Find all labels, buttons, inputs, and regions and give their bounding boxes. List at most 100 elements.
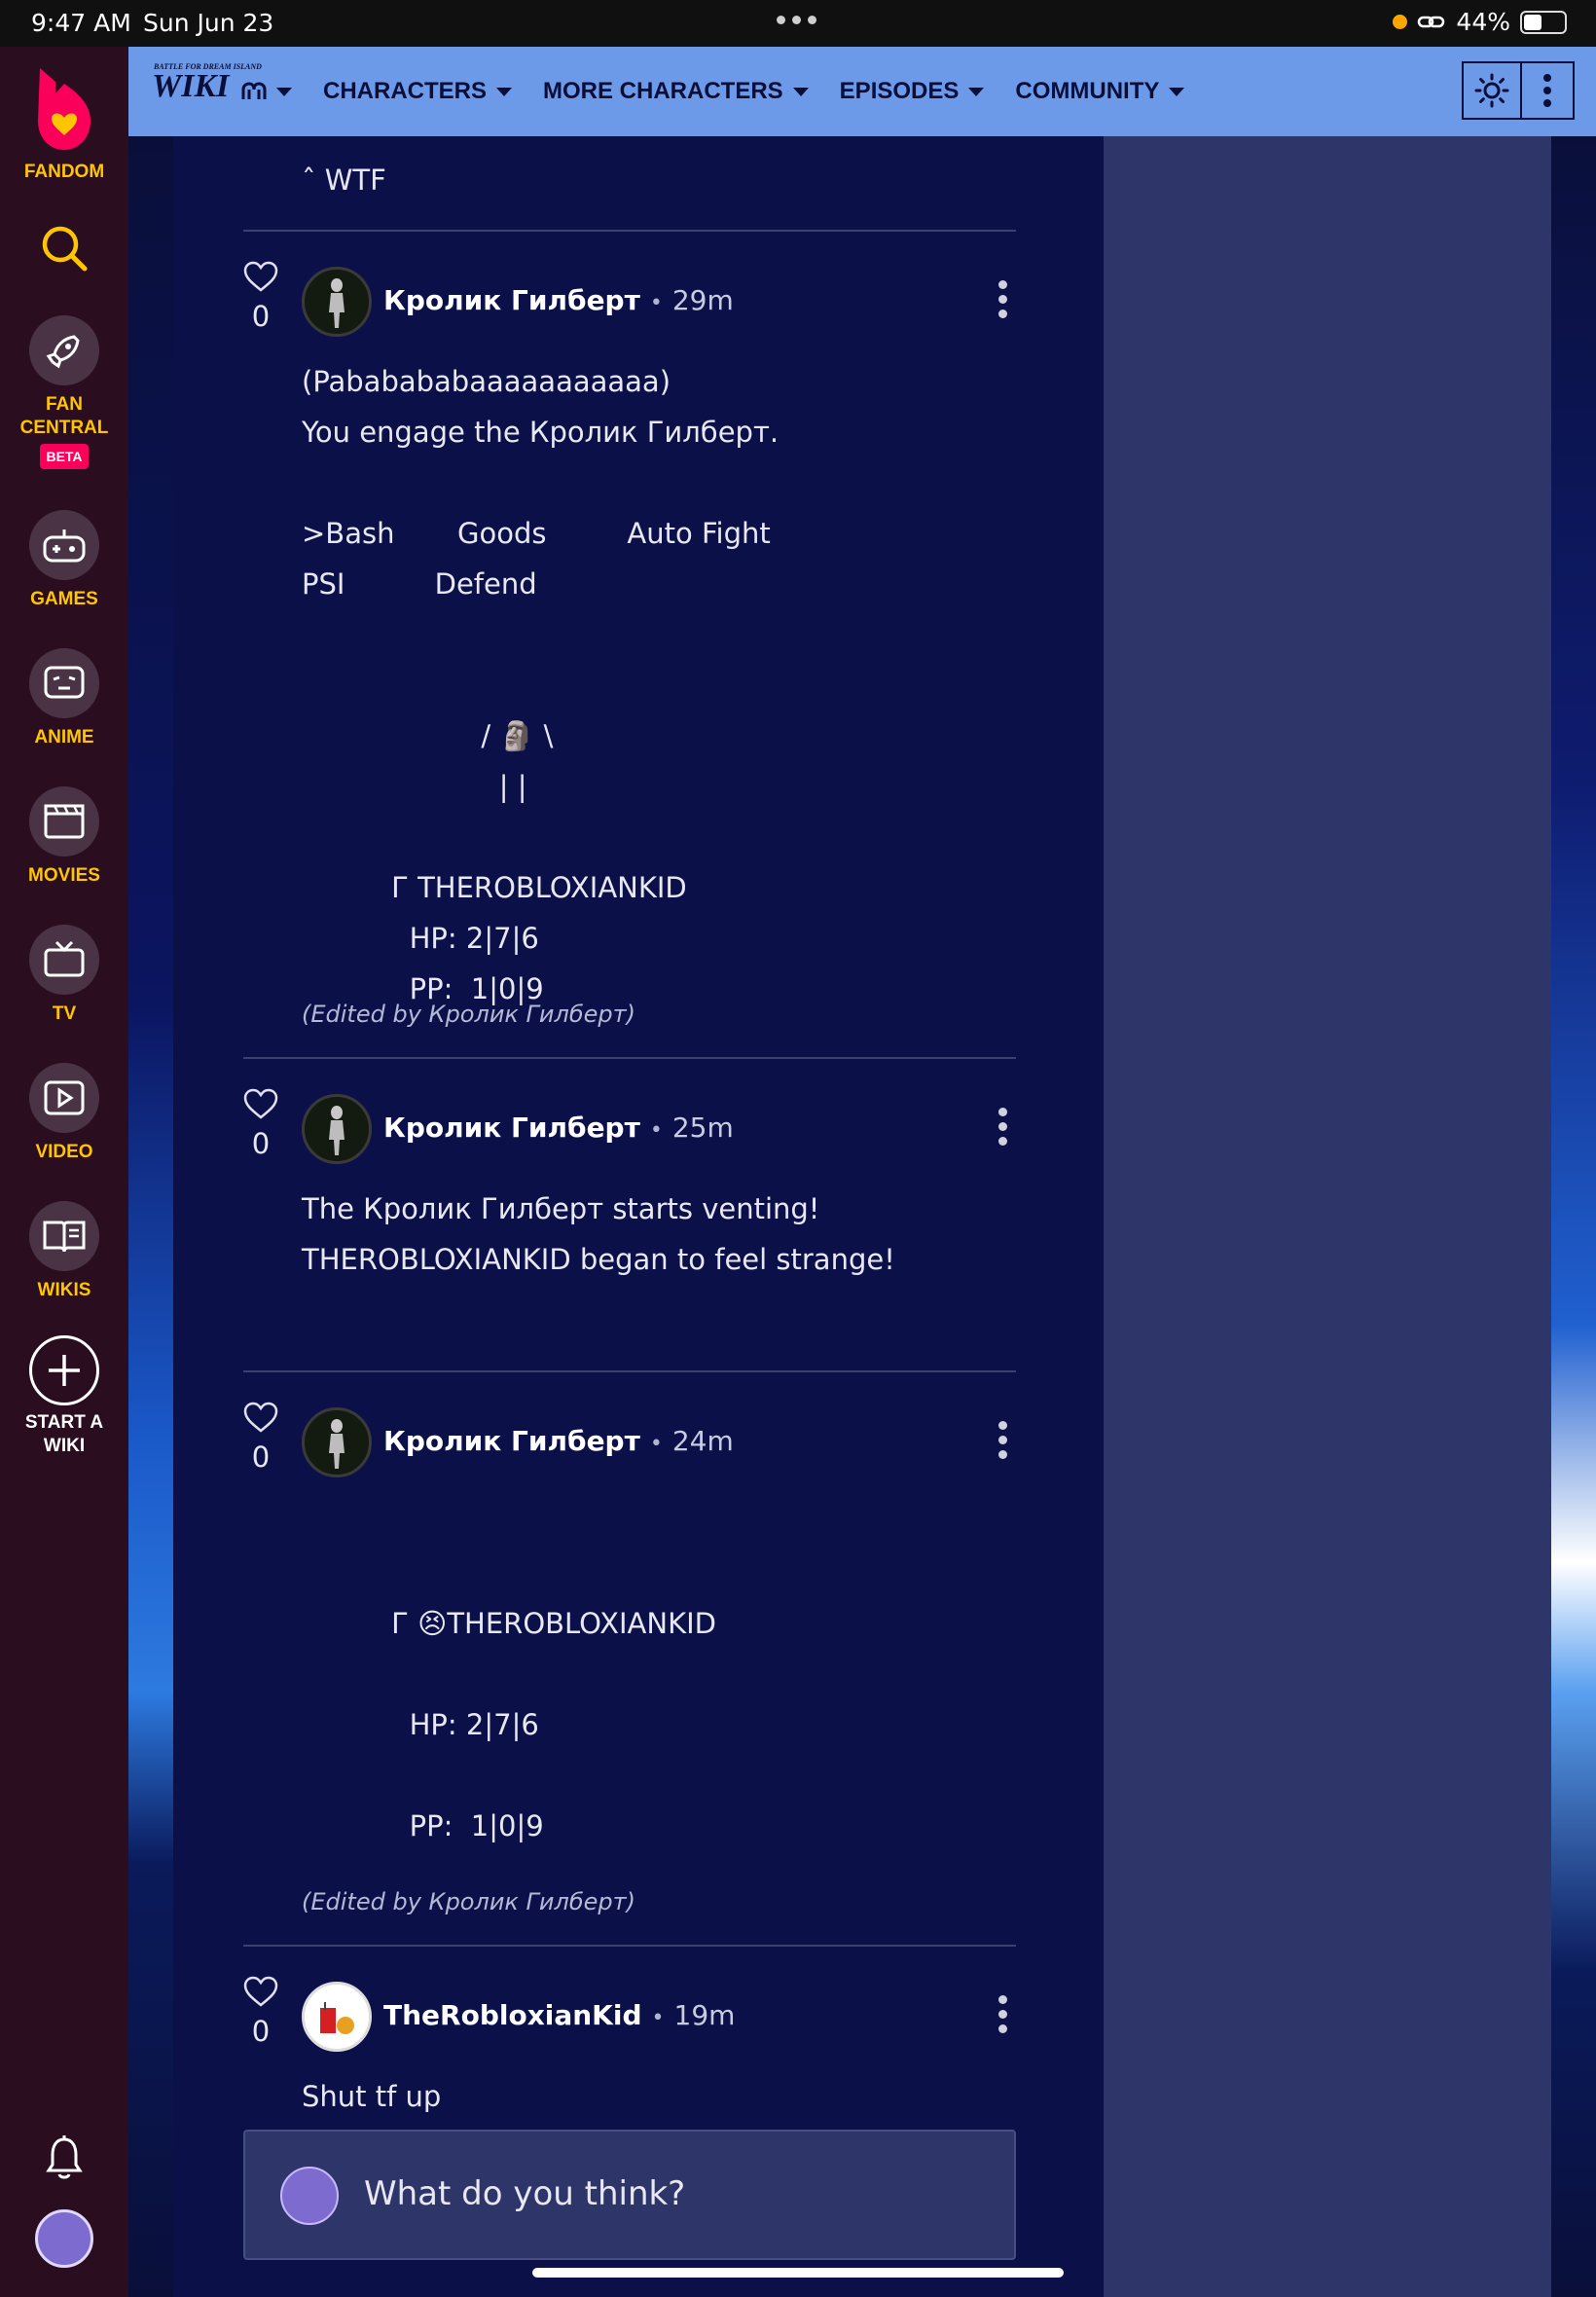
post-options-button[interactable]	[998, 1421, 1008, 1465]
chevron-down-icon	[276, 87, 292, 96]
reply-post: 0 Кролик Гилберт • 25m The Кролик Гилберт …	[243, 1088, 1016, 1361]
home-indicator[interactable]	[532, 2268, 1064, 2278]
fandom-flame-icon	[38, 68, 91, 150]
post-timestamp: 25m	[671, 1112, 734, 1144]
sidebar-item-games[interactable]: GAMES	[0, 510, 128, 611]
right-rail	[1104, 136, 1551, 2297]
post-options-button[interactable]	[998, 280, 1008, 324]
chevron-down-icon	[968, 87, 985, 96]
wiki-top-navigation: BATTLE FOR DREAM ISLAND WIKI CHARACTERS …	[128, 47, 1596, 136]
battery-percent: 44%	[1456, 8, 1510, 36]
tv-label: TV	[52, 1003, 77, 1024]
reply-post: 0 Кролик Гилберт • 24m Г 😣THEROBLOXIANKID …	[243, 1402, 1016, 1927]
fan-central-label-2: CENTRAL	[19, 418, 109, 438]
link-icon	[1418, 16, 1445, 27]
start-wiki-label-2: WIKI	[43, 1436, 86, 1456]
anime-label: ANIME	[34, 727, 94, 747]
reply-post: 0 Кролик Гилберт • 29m (Pababababaaaaaaaaa…	[243, 261, 1016, 1039]
fandom-global-sidebar: FANDOM FAN CENTRAL BETA GAMES ANIME MOVI…	[0, 47, 128, 2297]
nav-characters-label: CHARACTERS	[323, 78, 487, 104]
status-bar: 9:47 AM Sun Jun 23 44%	[0, 0, 1596, 47]
video-label: VIDEO	[35, 1142, 93, 1162]
anime-face-icon	[44, 666, 85, 699]
heart-icon	[243, 1976, 278, 2007]
author-avatar[interactable]	[302, 1982, 372, 2052]
like-count: 0	[251, 2015, 271, 2048]
nav-episodes[interactable]: EPISODES	[840, 78, 985, 105]
movies-label: MOVIES	[28, 865, 100, 886]
plus-icon	[49, 1355, 80, 1386]
rocket-icon	[46, 335, 80, 369]
author-name[interactable]: Кролик Гилберт	[383, 1425, 640, 1457]
heart-icon	[243, 261, 278, 292]
play-icon	[44, 1080, 85, 1115]
chevron-down-icon	[496, 87, 512, 96]
more-options-button[interactable]	[1522, 61, 1575, 120]
post-body: (Pababababaaaaaaaaaaa) You engage the Кр…	[302, 365, 780, 1005]
current-user-avatar	[280, 2167, 339, 2225]
reply-divider	[243, 1370, 1016, 1372]
nav-characters[interactable]: CHARACTERS	[323, 78, 512, 105]
like-count: 0	[251, 300, 271, 333]
post-timestamp: 24m	[671, 1425, 734, 1457]
bell-icon	[46, 2135, 83, 2179]
explore-icon	[241, 82, 267, 99]
chevron-down-icon	[1169, 87, 1185, 96]
sidebar-item-movies[interactable]: MOVIES	[0, 786, 128, 888]
post-body: Г 😣THEROBLOXIANKID HP: 2|7|6 PP: 1|0|9	[391, 1607, 716, 1842]
start-a-wiki-button[interactable]: START A WIKI	[0, 1335, 128, 1458]
sidebar-item-fan-central[interactable]: FAN CENTRAL BETA	[0, 315, 128, 469]
author-avatar[interactable]	[302, 1094, 372, 1164]
post-body: The Кролик Гилберт starts venting! THERO…	[302, 1192, 895, 1276]
reply-post: 0 TheRobloxianKid • 19m Shut tf up	[243, 1976, 1016, 2151]
author-name[interactable]: Кролик Гилберт	[383, 284, 640, 316]
multitasking-dots-icon[interactable]	[777, 16, 816, 24]
reply-input[interactable]: What do you think?	[243, 2130, 1016, 2260]
heart-icon	[243, 1088, 278, 1119]
drink-avatar-icon	[320, 2002, 354, 2034]
like-button[interactable]: 0	[243, 1976, 278, 2048]
post-options-button[interactable]	[998, 1995, 1008, 2039]
battery-icon	[1520, 10, 1567, 34]
chevron-down-icon	[792, 87, 809, 96]
author-name[interactable]: TheRobloxianKid	[383, 1999, 642, 2031]
wiki-logo-text: WIKI	[152, 68, 230, 104]
nav-community-label: COMMUNITY	[1015, 78, 1160, 104]
sidebar-item-wikis[interactable]: WIKIS	[0, 1201, 128, 1302]
reply-divider	[243, 1945, 1016, 1947]
wiki-logo[interactable]: BATTLE FOR DREAM ISLAND WIKI	[152, 62, 262, 105]
author-name[interactable]: Кролик Гилберт	[383, 1112, 640, 1144]
sidebar-item-video[interactable]: VIDEO	[0, 1063, 128, 1164]
like-button[interactable]: 0	[243, 1402, 278, 1474]
sidebar-item-tv[interactable]: TV	[0, 925, 128, 1026]
previous-reply-text: ˆ WTF	[302, 164, 386, 197]
author-avatar[interactable]	[302, 267, 372, 337]
like-button[interactable]: 0	[243, 1088, 278, 1160]
reply-divider	[243, 1057, 1016, 1059]
sidebar-item-anime[interactable]: ANIME	[0, 648, 128, 749]
status-time: 9:47 AM	[31, 9, 131, 37]
user-avatar[interactable]	[35, 2209, 93, 2268]
nav-explore-menu[interactable]	[241, 82, 292, 101]
fandom-logo[interactable]: FANDOM	[0, 64, 128, 184]
nav-community[interactable]: COMMUNITY	[1015, 78, 1185, 105]
post-body: Shut tf up	[302, 2080, 442, 2113]
theme-toggle-button[interactable]	[1462, 61, 1522, 120]
nav-episodes-label: EPISODES	[839, 78, 960, 104]
post-timestamp: 19m	[673, 1999, 736, 2031]
like-button[interactable]: 0	[243, 261, 278, 333]
wikis-label: WIKIS	[37, 1280, 91, 1300]
figure-avatar-icon	[329, 1106, 345, 1155]
nav-more-characters[interactable]: MORE CHARACTERS	[543, 78, 809, 105]
notifications-button[interactable]	[45, 2133, 84, 2186]
gamepad-icon	[43, 529, 86, 563]
figure-avatar-icon	[329, 1419, 345, 1469]
fan-central-label-1: FAN	[46, 394, 83, 415]
reply-input-placeholder: What do you think?	[364, 2174, 686, 2213]
post-options-button[interactable]	[998, 1108, 1008, 1151]
search-button[interactable]	[0, 224, 128, 279]
like-count: 0	[251, 1127, 271, 1160]
author-avatar[interactable]	[302, 1407, 372, 1477]
games-label: GAMES	[30, 589, 98, 609]
post-timestamp: 29m	[671, 284, 734, 316]
